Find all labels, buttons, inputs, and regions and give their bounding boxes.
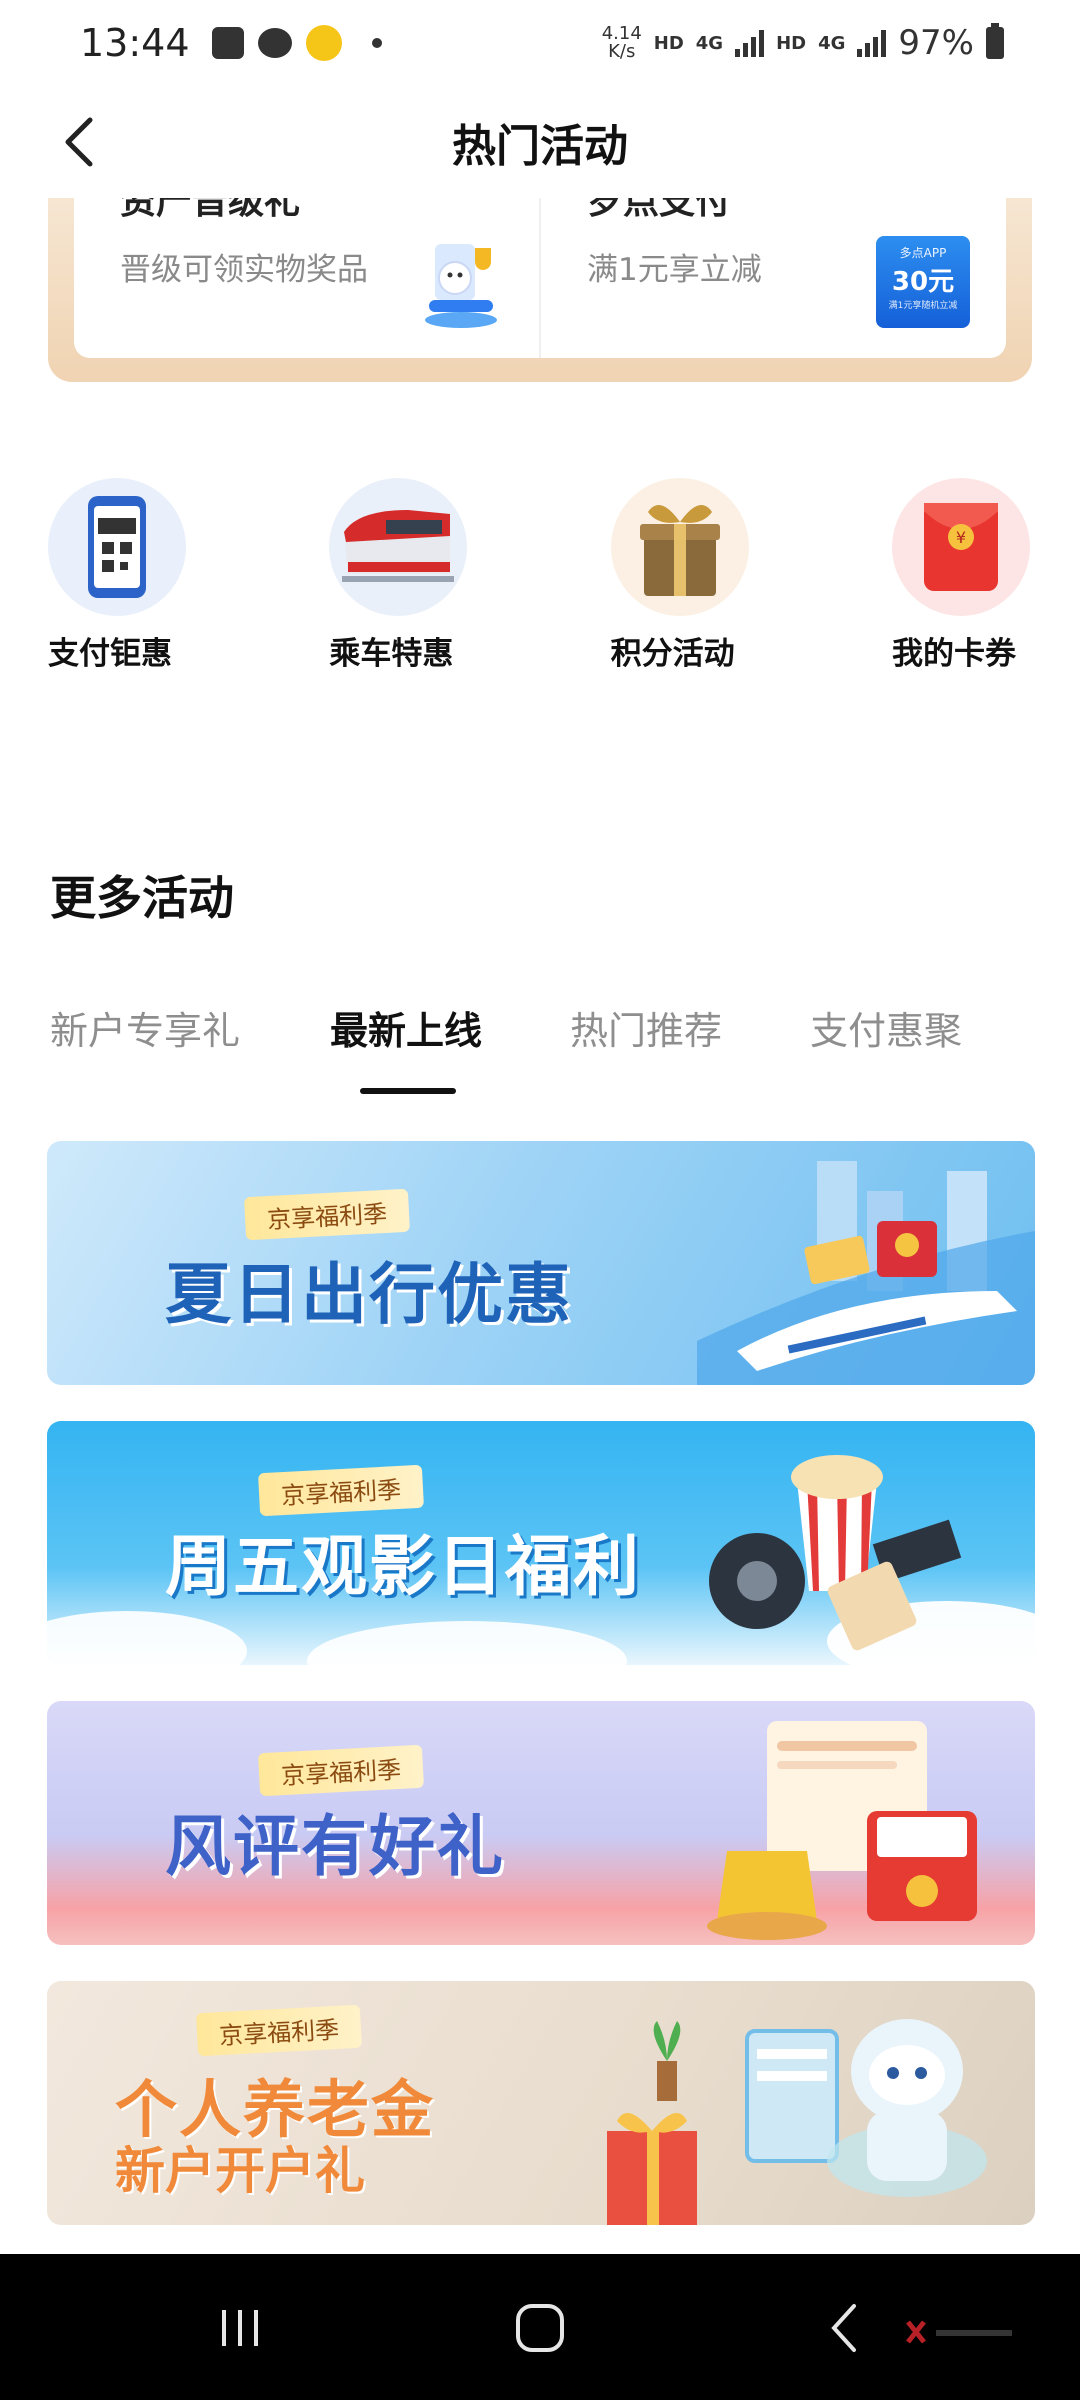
promo-payment-discount[interactable]: 岁点支付 满1元享立减 多点APP 30元 满1元享随机立减 <box>539 198 1006 358</box>
battery-percentage: 97% <box>898 23 974 63</box>
banner-tag: 京享福利季 <box>195 2004 363 2057</box>
robot-gift-illustration <box>607 2019 987 2225</box>
travel-train-illustration <box>697 1161 1035 1385</box>
home-button[interactable] <box>510 2298 570 2358</box>
phone-qr-icon <box>48 478 186 616</box>
movie-popcorn-illustration <box>709 1455 962 1651</box>
top-promo-card: 资产晋级礼 晋级可领实物奖品 岁点支付 满1元享立减 多点APP 30元 满1元… <box>48 198 1032 382</box>
chevron-left-icon <box>65 117 93 167</box>
signal-strength-icon-2 <box>857 29 887 57</box>
banner-tag: 京享福利季 <box>257 1464 425 1517</box>
banner-tag: 京享福利季 <box>243 1188 411 1241</box>
network-type-2: 4G <box>818 32 846 54</box>
coupon-icon: 多点APP 30元 满1元享随机立减 <box>876 236 970 328</box>
gift-card-illustration <box>707 1721 977 1940</box>
red-envelope-icon: ¥ <box>891 478 1030 616</box>
back-nav-icon <box>831 2304 856 2352</box>
banner-friday-movie[interactable]: 京享福利季 周五观影日福利 <box>47 1421 1035 1665</box>
banner-pension-account[interactable]: 京享福利季 个人养老金 新户开户礼 <box>47 1981 1035 2225</box>
system-nav-bar <box>0 2254 1080 2400</box>
recent-apps-icon <box>222 2310 258 2346</box>
message-notification-icon <box>257 28 292 58</box>
promo-subtitle: 晋级可领实物奖品 <box>120 252 368 288</box>
promo-upgrade-gift[interactable]: 资产晋级礼 晋级可领实物奖品 <box>74 198 539 358</box>
banner-headline: 周五观影日福利 <box>165 1528 641 1605</box>
banner-headline: 风评有好礼 <box>165 1808 505 1885</box>
hd-indicator: HD <box>653 32 684 54</box>
tab-payment-deals[interactable]: 支付惠聚 <box>810 1000 962 1055</box>
page-header: 热门活动 <box>0 86 1080 198</box>
quick-menu-points[interactable]: 积分活动 <box>610 478 751 673</box>
status-bar: 13:44 4.14 K/s HD 4G HD 4G 97% <box>0 0 1080 86</box>
signal-strength-icon <box>735 29 765 57</box>
promo-subtitle: 满1元享立减 <box>587 252 762 288</box>
quick-menu: 支付钜惠 乘车特惠 积分活动 ¥ 我的卡券 <box>48 478 1032 673</box>
watermark-logo-icon <box>906 2320 1012 2344</box>
app-notification-icon <box>305 25 342 61</box>
quick-menu-coupons[interactable]: ¥ 我的卡券 <box>891 478 1032 673</box>
tab-latest[interactable]: 最新上线 <box>330 1000 482 1055</box>
back-nav-button[interactable] <box>816 2298 876 2358</box>
home-icon <box>516 2304 564 2352</box>
banner-subheadline: 新户开户礼 <box>115 2142 365 2200</box>
banner-summer-travel[interactable]: 京享福利季 夏日出行优惠 <box>47 1141 1035 1385</box>
section-title: 更多活动 <box>50 871 234 925</box>
gift-box-icon <box>610 478 749 616</box>
quick-menu-payment[interactable]: 支付钜惠 <box>48 478 188 673</box>
gallery-notification-icon <box>211 27 244 59</box>
more-notifications-dot-icon <box>371 38 382 48</box>
quick-menu-transit[interactable]: 乘车特惠 <box>329 478 469 673</box>
status-time: 13:44 <box>80 21 190 65</box>
back-button[interactable] <box>50 110 110 174</box>
banner-risk-review-gift[interactable]: 京享福利季 风评有好礼 <box>47 1701 1035 1945</box>
tab-new-user-gift[interactable]: 新户专享礼 <box>50 1000 240 1055</box>
hd-indicator-2: HD <box>776 32 807 54</box>
banner-tag: 京享福利季 <box>257 1744 425 1797</box>
battery-icon <box>986 23 1004 59</box>
active-tab-indicator <box>360 1088 456 1094</box>
tab-hot-recommend[interactable]: 热门推荐 <box>570 1000 722 1055</box>
activity-tabs: 新户专享礼 最新上线 热门推荐 支付惠聚 <box>50 1000 1034 1100</box>
recent-apps-button[interactable] <box>210 2298 270 2358</box>
page-title: 热门活动 <box>452 121 628 172</box>
train-icon <box>329 478 468 616</box>
svg-text:¥: ¥ <box>956 528 966 547</box>
network-type: 4G <box>695 32 724 54</box>
mascot-trophy-icon <box>425 244 497 328</box>
network-speed: 4.14 K/s <box>601 23 642 62</box>
banner-headline: 夏日出行优惠 <box>165 1256 573 1333</box>
